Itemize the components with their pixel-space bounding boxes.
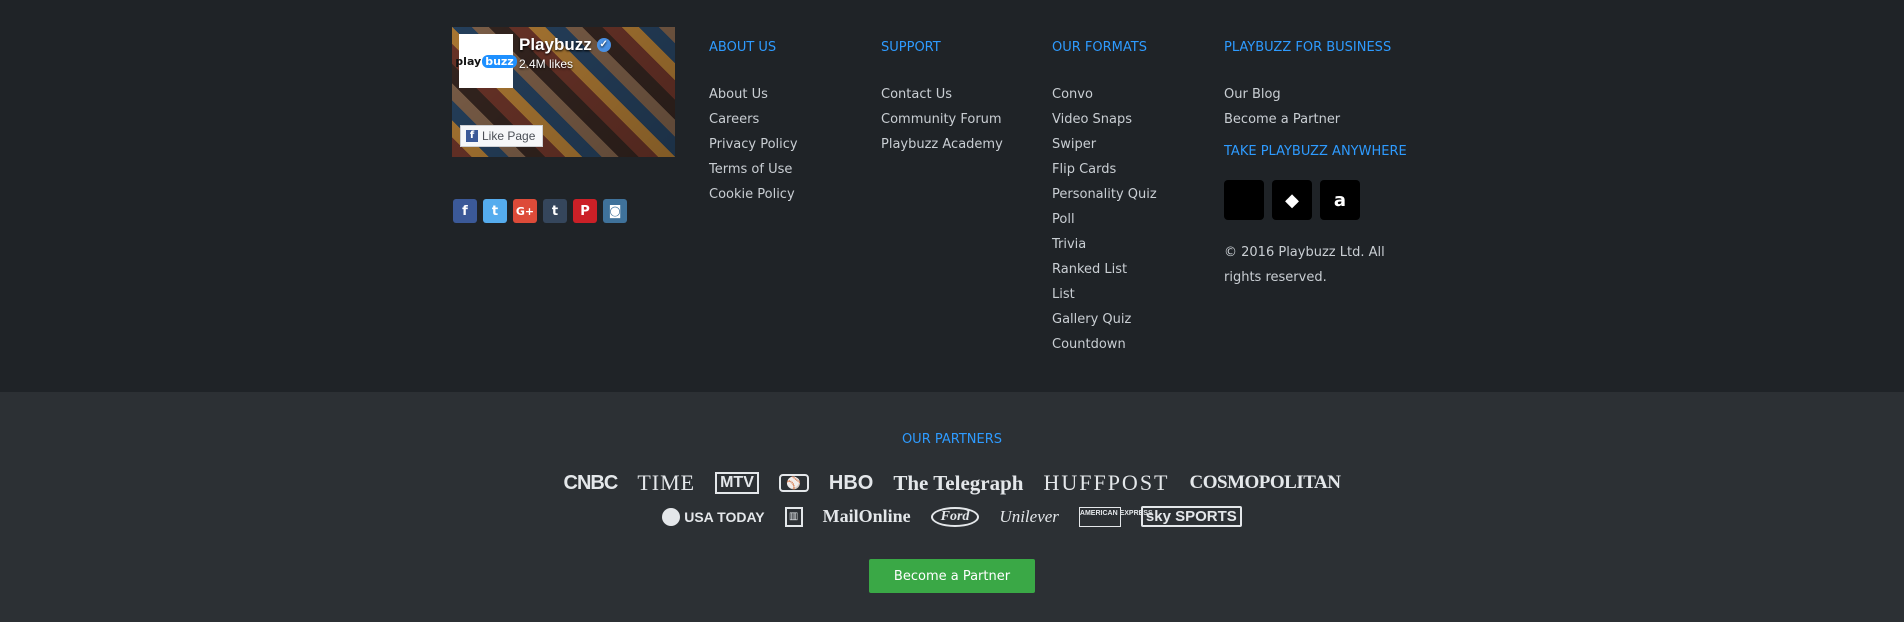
usa-today-logo: USA TODAY	[662, 507, 765, 526]
business-column: PLAYBUZZ FOR BUSINESS Our Blog Become a …	[1224, 38, 1414, 290]
sky-sports-logo: sky SPORTS	[1140, 506, 1242, 527]
mlb-logo: ⚾	[778, 474, 809, 492]
become-partner-button[interactable]: Become a Partner	[869, 559, 1035, 593]
link-gallery-quiz[interactable]: Gallery Quiz	[1052, 307, 1157, 332]
usa-today-dot	[662, 507, 681, 526]
mailonline-logo: MailOnline	[822, 506, 911, 526]
link-list[interactable]: List	[1052, 282, 1157, 307]
support-column: SUPPORT Contact Us Community Forum Playb…	[881, 38, 1003, 157]
playbuzz-logo: play buzz	[455, 34, 517, 88]
anywhere-heading: TAKE PLAYBUZZ ANYWHERE	[1224, 144, 1407, 159]
link-privacy-policy[interactable]: Privacy Policy	[709, 132, 798, 157]
twitter-icon[interactable]: t	[483, 199, 507, 223]
time-logo: TIME	[637, 470, 696, 495]
buzzfeed-logo: ▥	[784, 506, 803, 527]
business-heading: PLAYBUZZ FOR BUSINESS	[1224, 40, 1392, 55]
about-column: ABOUT US About Us Careers Privacy Policy…	[709, 38, 798, 207]
link-our-blog[interactable]: Our Blog	[1224, 82, 1414, 107]
fb-page-name[interactable]: Playbuzz ✓	[519, 35, 611, 55]
cnbc-logo: CNBC	[563, 471, 619, 494]
link-video-snaps[interactable]: Video Snaps	[1052, 107, 1157, 132]
hbo-logo: HBO	[828, 471, 874, 494]
huffpost-logo: HUFFPOST	[1043, 470, 1170, 495]
tumblr-icon[interactable]: t	[543, 199, 567, 223]
instagram-icon[interactable]: ◙	[603, 199, 627, 223]
fb-page-name-text: Playbuzz	[519, 35, 592, 54]
telegraph-logo: The Telegraph	[893, 470, 1024, 495]
facebook-icon: f	[466, 130, 478, 142]
link-become-a-partner[interactable]: Become a Partner	[1224, 107, 1414, 132]
formats-heading: OUR FORMATS	[1052, 40, 1147, 55]
link-playbuzz-academy[interactable]: Playbuzz Academy	[881, 132, 1003, 157]
about-heading: ABOUT US	[709, 40, 777, 55]
partner-logos-row-2: USA TODAY ▥ MailOnline Ford Unilever AME…	[0, 506, 1904, 527]
link-poll[interactable]: Poll	[1052, 207, 1157, 232]
fb-likes-count: 2.4M likes	[519, 57, 574, 71]
link-trivia[interactable]: Trivia	[1052, 232, 1157, 257]
app-store-links: ◆ a	[1224, 180, 1414, 220]
social-links: f t G+ t P ◙	[453, 199, 627, 223]
link-about-us[interactable]: About Us	[709, 82, 798, 107]
mtv-logo: MTV	[715, 472, 759, 494]
pinterest-icon[interactable]: P	[573, 199, 597, 223]
ford-logo: Ford	[930, 506, 980, 527]
amazon-icon[interactable]: a	[1320, 180, 1360, 220]
link-ranked-list[interactable]: Ranked List	[1052, 257, 1157, 282]
link-community-forum[interactable]: Community Forum	[881, 107, 1003, 132]
verified-icon: ✓	[596, 38, 611, 52]
facebook-page-widget[interactable]: play buzz Playbuzz ✓ 2.4M likes f Like Pa…	[452, 27, 675, 157]
android-icon[interactable]: ◆	[1272, 180, 1312, 220]
link-careers[interactable]: Careers	[709, 107, 798, 132]
link-flip-cards[interactable]: Flip Cards	[1052, 157, 1157, 182]
copyright: © 2016 Playbuzz Ltd. All rights reserved…	[1224, 245, 1385, 285]
support-heading: SUPPORT	[881, 40, 941, 55]
partners-heading: OUR PARTNERS	[901, 432, 1003, 447]
link-cookie-policy[interactable]: Cookie Policy	[709, 182, 798, 207]
footer-top: play buzz Playbuzz ✓ 2.4M likes f Like Pa…	[0, 0, 1904, 392]
link-terms-of-use[interactable]: Terms of Use	[709, 157, 798, 182]
link-convo[interactable]: Convo	[1052, 82, 1157, 107]
fb-like-button[interactable]: f Like Page	[460, 125, 544, 147]
american-express-logo: AMERICAN EXPRESS	[1078, 506, 1153, 527]
google-plus-icon[interactable]: G+	[513, 199, 537, 223]
link-countdown[interactable]: Countdown	[1052, 332, 1157, 357]
apple-icon[interactable]	[1224, 180, 1264, 220]
unilever-logo: Unilever	[999, 506, 1059, 526]
cosmopolitan-logo: COSMOPOLITAN	[1189, 472, 1341, 493]
partner-logos-row-1: CNBC TIME MTV ⚾ HBO The Telegraph HUFFPO…	[0, 470, 1904, 496]
link-contact-us[interactable]: Contact Us	[881, 82, 1003, 107]
usa-today-text: USA TODAY	[684, 508, 765, 525]
formats-column: OUR FORMATS Convo Video Snaps Swiper Fli…	[1052, 38, 1157, 357]
facebook-icon[interactable]: f	[453, 199, 477, 223]
link-swiper[interactable]: Swiper	[1052, 132, 1157, 157]
link-personality-quiz[interactable]: Personality Quiz	[1052, 182, 1157, 207]
fb-like-label: Like Page	[482, 129, 536, 143]
